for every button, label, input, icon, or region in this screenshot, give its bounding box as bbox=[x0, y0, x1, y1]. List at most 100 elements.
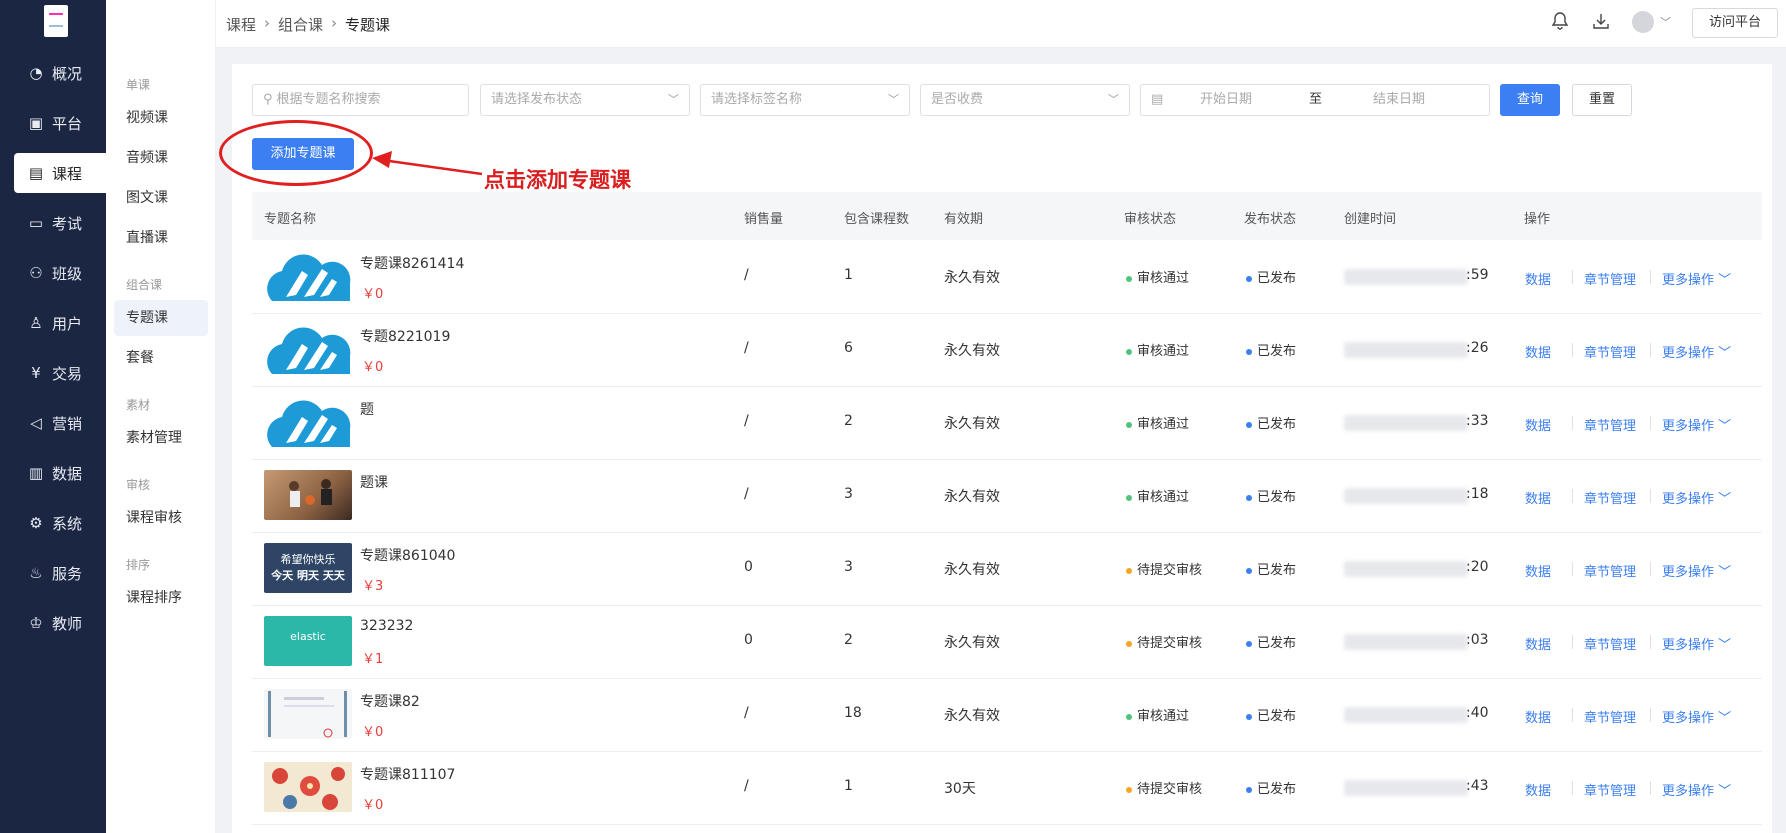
redacted-time bbox=[1344, 342, 1468, 358]
chapter-manage-link[interactable]: 章节管理 bbox=[1584, 342, 1636, 361]
course-name[interactable]: 323232 bbox=[360, 618, 413, 634]
document-image bbox=[268, 691, 347, 738]
separator bbox=[1572, 343, 1573, 357]
more-actions-link[interactable]: 更多操作 ﹀ bbox=[1662, 634, 1731, 653]
created-time-tail: :18 bbox=[1466, 486, 1489, 502]
course-thumbnail bbox=[264, 397, 352, 447]
course-name[interactable]: 题课 bbox=[360, 472, 388, 492]
more-actions-link[interactable]: 更多操作 ﹀ bbox=[1662, 269, 1731, 288]
course-count: 6 bbox=[844, 340, 853, 356]
status-dot-icon bbox=[1246, 786, 1252, 793]
redacted-time bbox=[1344, 269, 1468, 285]
header-created-time: 创建时间 bbox=[1344, 212, 1397, 227]
data-link[interactable]: 数据 bbox=[1525, 488, 1551, 507]
separator bbox=[1572, 708, 1573, 722]
header-review-status: 审核状态 bbox=[1124, 212, 1177, 227]
course-name[interactable]: 专题课82 bbox=[360, 691, 420, 711]
status-dot-icon bbox=[1246, 567, 1252, 574]
course-count: 1 bbox=[844, 778, 853, 794]
more-actions-link[interactable]: 更多操作 ﹀ bbox=[1662, 342, 1731, 361]
chapter-manage-link[interactable]: 章节管理 bbox=[1584, 707, 1636, 726]
redacted-time bbox=[1344, 561, 1468, 577]
elastic-logo: elastic bbox=[290, 630, 326, 643]
separator bbox=[1650, 635, 1651, 649]
course-thumbnail: elastic bbox=[264, 616, 352, 666]
chapter-manage-link[interactable]: 章节管理 bbox=[1584, 269, 1636, 288]
data-link[interactable]: 数据 bbox=[1525, 561, 1551, 580]
review-status: 审核通过 bbox=[1126, 705, 1189, 724]
course-name[interactable]: 专题课811107 bbox=[360, 764, 455, 784]
course-price: ￥1 bbox=[362, 652, 384, 667]
course-name[interactable]: 专题8221019 bbox=[360, 326, 450, 346]
sales-count: 0 bbox=[744, 632, 753, 648]
publish-status: 已发布 bbox=[1246, 340, 1296, 359]
separator bbox=[1650, 343, 1651, 357]
more-actions-link[interactable]: 更多操作 ﹀ bbox=[1662, 415, 1731, 434]
review-status: 待提交审核 bbox=[1126, 559, 1202, 578]
course-count: 18 bbox=[844, 705, 862, 721]
sales-count: / bbox=[744, 267, 749, 283]
floral-pattern-image bbox=[272, 767, 345, 810]
header-validity: 有效期 bbox=[944, 212, 984, 227]
data-link[interactable]: 数据 bbox=[1525, 269, 1551, 288]
more-actions-link[interactable]: 更多操作 ﹀ bbox=[1662, 488, 1731, 507]
course-count: 1 bbox=[844, 267, 853, 283]
validity: 永久有效 bbox=[944, 489, 1000, 505]
redacted-time bbox=[1344, 415, 1468, 431]
course-count: 3 bbox=[844, 559, 853, 575]
separator bbox=[1572, 489, 1573, 503]
created-time-tail: :26 bbox=[1466, 340, 1489, 356]
publish-status: 已发布 bbox=[1246, 559, 1296, 578]
data-link[interactable]: 数据 bbox=[1525, 780, 1551, 799]
cloud-logo-icon bbox=[267, 327, 351, 374]
course-name[interactable]: 专题课8261414 bbox=[360, 253, 464, 273]
sales-count: 0 bbox=[744, 559, 753, 575]
chapter-manage-link[interactable]: 章节管理 bbox=[1584, 634, 1636, 653]
header-actions: 操作 bbox=[1524, 212, 1551, 227]
header-course-count: 包含课程数 bbox=[844, 212, 910, 227]
course-name[interactable]: 题 bbox=[360, 399, 374, 419]
data-link[interactable]: 数据 bbox=[1525, 707, 1551, 726]
table-row: elastic 323232 ￥1 0 2 永久有效 待提交审核 已发布:03 数据 章节管理 更多… bbox=[252, 606, 1762, 679]
course-thumbnail bbox=[264, 762, 352, 812]
chapter-manage-link[interactable]: 章节管理 bbox=[1584, 780, 1636, 799]
course-price: ￥0 bbox=[362, 798, 384, 813]
course-count: 2 bbox=[844, 632, 853, 648]
table-row: 希望你快乐 今天 明天 天天 专题课861040 ￥3 0 3 永久有效 待提交审核 已发布:2… bbox=[252, 533, 1762, 606]
table-row: 专题课811107 ￥0 / 1 30天 待提交审核 已发布:43 数据 章节管理 更多操作 ﹀ bbox=[252, 752, 1762, 825]
chapter-manage-link[interactable]: 章节管理 bbox=[1584, 488, 1636, 507]
more-actions-link[interactable]: 更多操作 ﹀ bbox=[1662, 780, 1731, 799]
data-link[interactable]: 数据 bbox=[1525, 415, 1551, 434]
status-dot-icon bbox=[1126, 494, 1132, 501]
created-time-tail: :33 bbox=[1466, 413, 1489, 429]
validity: 永久有效 bbox=[944, 343, 1000, 359]
header-publish-status: 发布状态 bbox=[1244, 212, 1297, 227]
data-link[interactable]: 数据 bbox=[1525, 634, 1551, 653]
chapter-manage-link[interactable]: 章节管理 bbox=[1584, 561, 1636, 580]
status-dot-icon bbox=[1126, 713, 1132, 720]
status-dot-icon bbox=[1126, 567, 1132, 574]
review-status: 待提交审核 bbox=[1126, 778, 1202, 797]
validity: 永久有效 bbox=[944, 270, 1000, 286]
validity: 永久有效 bbox=[944, 708, 1000, 724]
separator bbox=[1650, 270, 1651, 284]
status-dot-icon bbox=[1246, 421, 1252, 428]
more-actions-link[interactable]: 更多操作 ﹀ bbox=[1662, 707, 1731, 726]
review-status: 审核通过 bbox=[1126, 413, 1189, 432]
status-dot-icon bbox=[1126, 421, 1132, 428]
separator bbox=[1572, 416, 1573, 430]
more-actions-link[interactable]: 更多操作 ﹀ bbox=[1662, 561, 1731, 580]
chapter-manage-link[interactable]: 章节管理 bbox=[1584, 415, 1636, 434]
separator bbox=[1572, 270, 1573, 284]
course-thumbnail bbox=[264, 251, 352, 301]
status-dot-icon bbox=[1246, 494, 1252, 501]
course-count: 2 bbox=[844, 413, 853, 429]
data-link[interactable]: 数据 bbox=[1525, 342, 1551, 361]
separator bbox=[1572, 781, 1573, 795]
validity: 永久有效 bbox=[944, 416, 1000, 432]
banner-text: 希望你快乐 bbox=[280, 553, 336, 566]
course-thumbnail bbox=[264, 689, 352, 739]
publish-status: 已发布 bbox=[1246, 486, 1296, 505]
course-name[interactable]: 专题课861040 bbox=[360, 545, 455, 565]
header-name: 专题名称 bbox=[264, 212, 317, 227]
